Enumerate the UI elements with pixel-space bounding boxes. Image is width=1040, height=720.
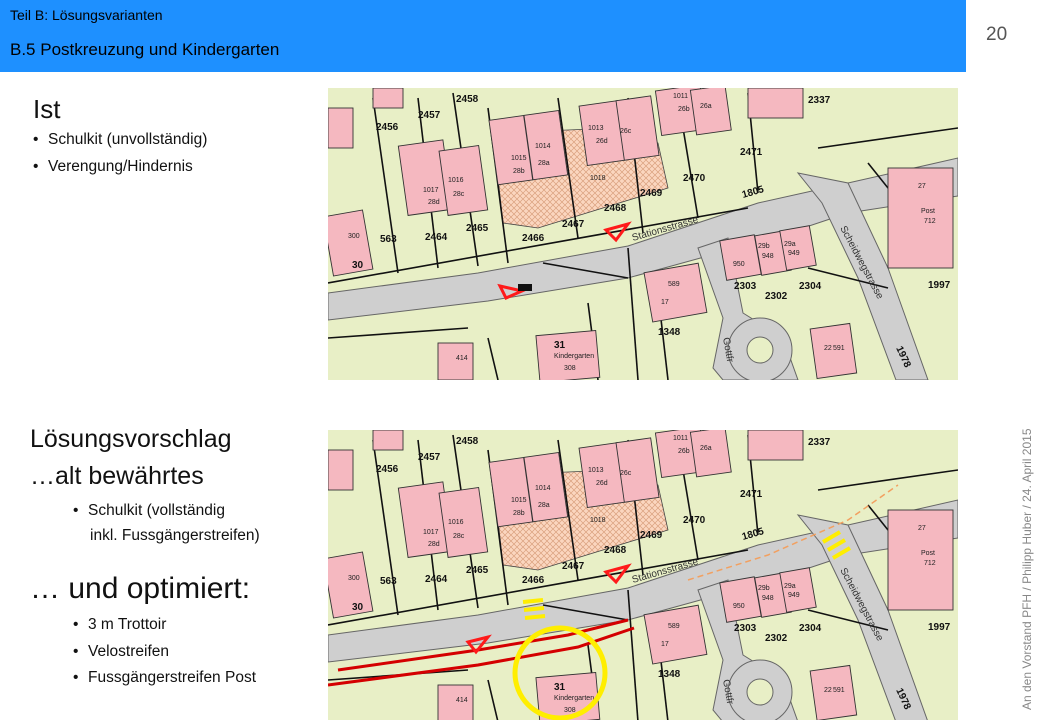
- map-proposal-drawing: [328, 430, 958, 720]
- slide-title: B.5 Postkreuzung und Kindergarten: [10, 40, 280, 59]
- map-ist: [328, 88, 958, 380]
- optimized-bullet: Fussgängerstreifen Post: [73, 669, 256, 687]
- ist-heading: Ist: [33, 94, 61, 124]
- page-number: 20: [986, 24, 1008, 45]
- side-note: An den Vorstand PFH / Philipp Huber / 24…: [1020, 428, 1034, 710]
- optimized-bullet: Velostreifen: [73, 643, 169, 661]
- proposal-subheading: …alt bewährtes: [30, 462, 204, 490]
- section-label: Teil B: Lösungsvarianten: [10, 7, 163, 23]
- map-ist-drawing: [328, 88, 958, 380]
- ist-bullet: Schulkit (unvollständig): [33, 131, 207, 149]
- optimized-bullet: 3 m Trottoir: [73, 616, 166, 634]
- header-banner: Teil B: Lösungsvarianten B.5 Postkreuzun…: [0, 0, 966, 72]
- map-proposal: [328, 430, 958, 720]
- ist-bullet: Verengung/Hindernis: [33, 158, 193, 176]
- obstacle-marker: [518, 284, 532, 291]
- proposal-bullet: Schulkit (vollständig: [73, 502, 225, 520]
- optimized-heading: … und optimiert:: [30, 572, 251, 605]
- proposal-heading: Lösungsvorschlag: [30, 425, 232, 453]
- proposal-bullet-continuation: inkl. Fussgängerstreifen): [90, 527, 260, 544]
